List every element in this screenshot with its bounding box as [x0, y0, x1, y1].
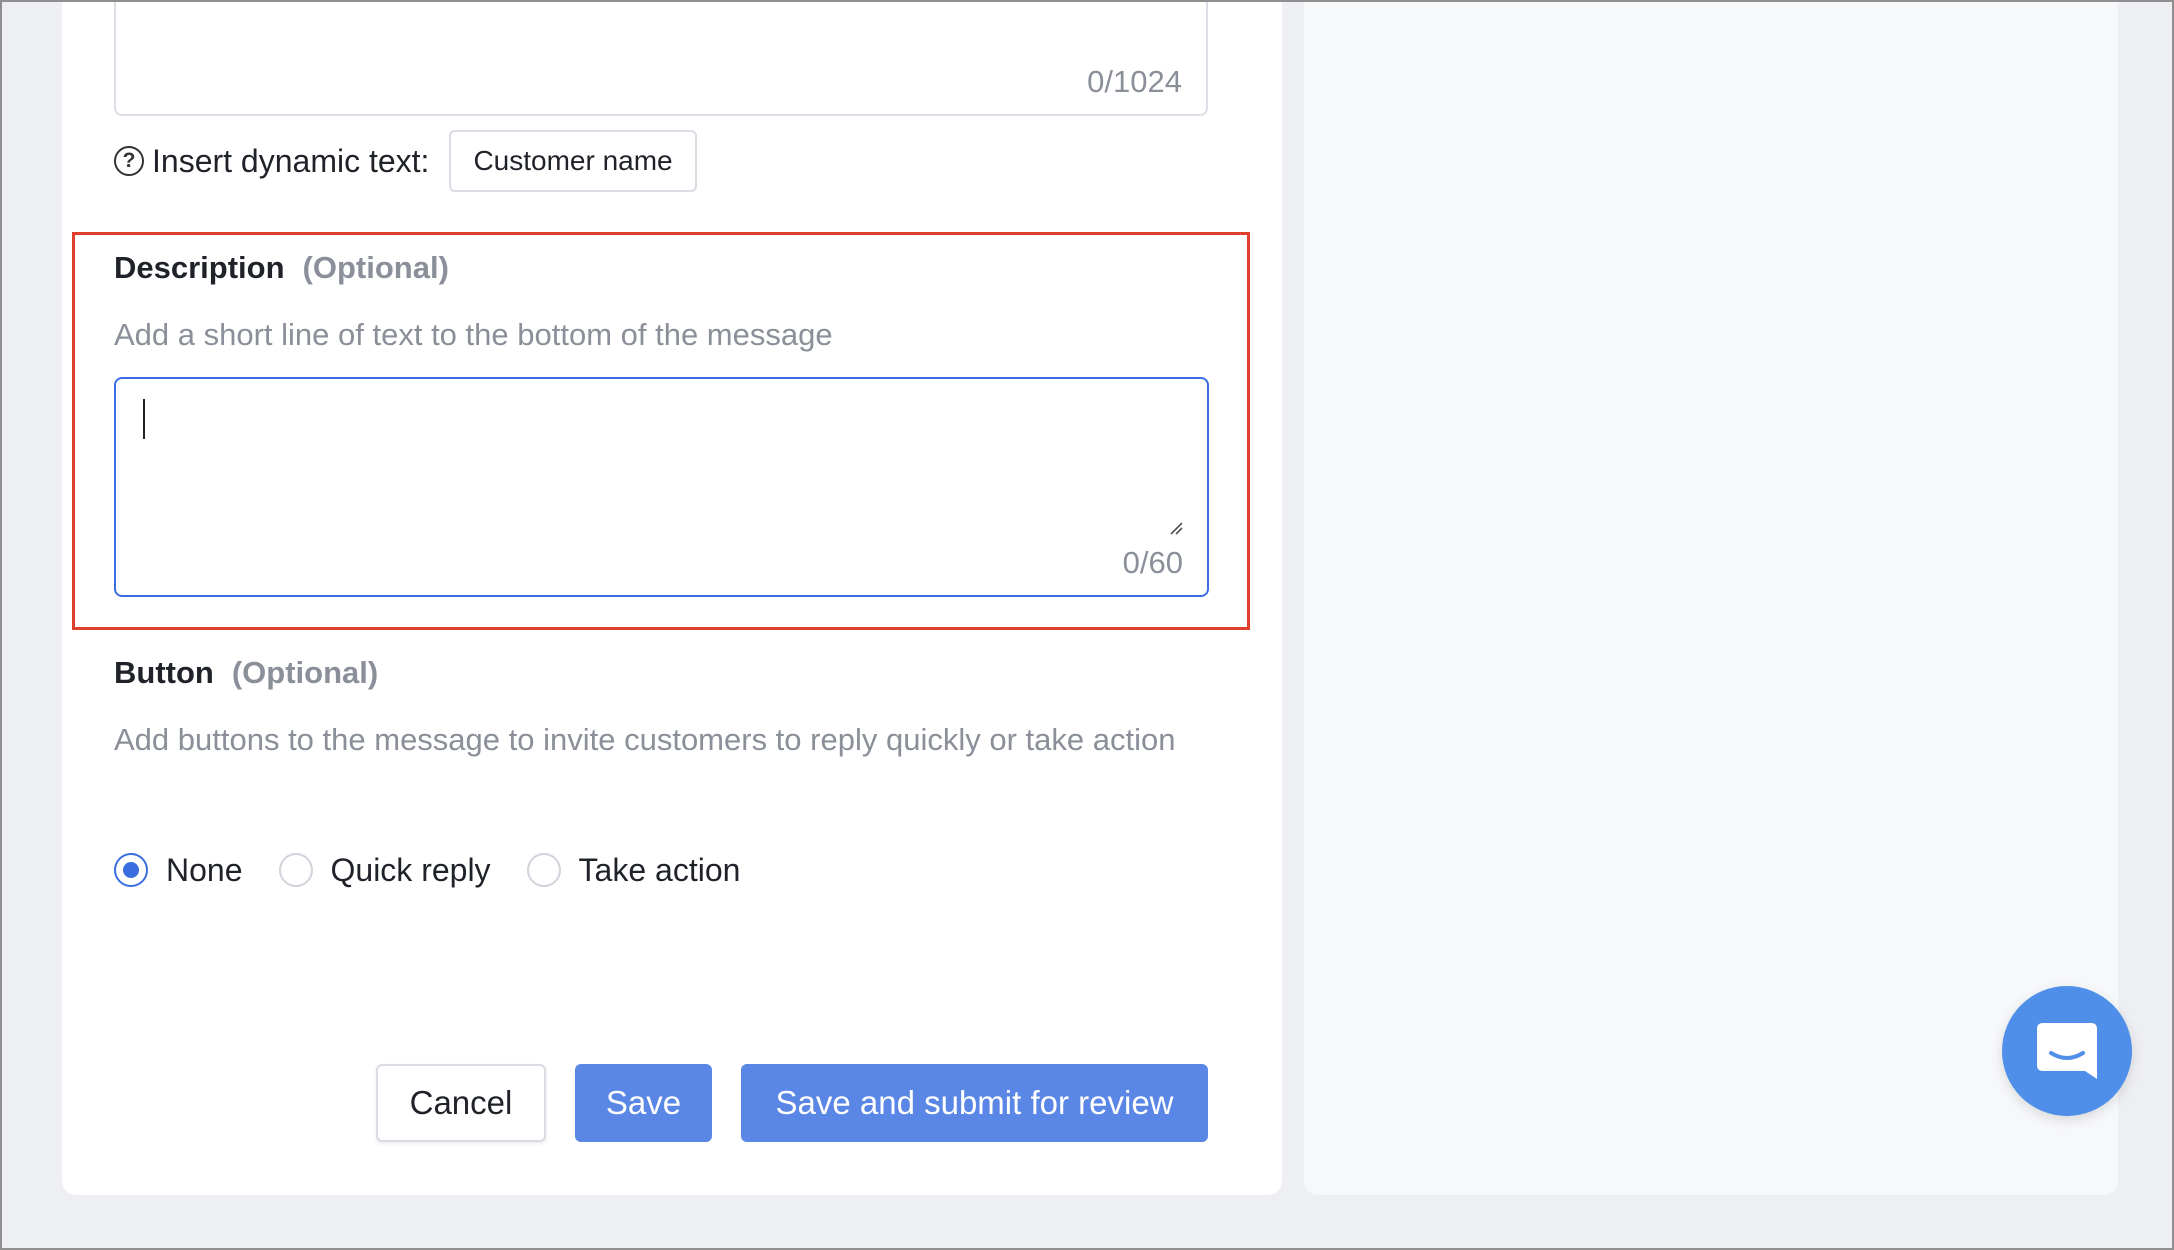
- preview-panel: [1304, 0, 2118, 1195]
- radio-take-action-label: Take action: [578, 851, 741, 888]
- radio-option-none[interactable]: None: [114, 852, 243, 889]
- radio-quick-reply[interactable]: [278, 853, 313, 887]
- radio-none[interactable]: [114, 853, 148, 887]
- description-textarea[interactable]: 0/60: [114, 377, 1209, 597]
- description-character-counter: 0/60: [1122, 545, 1183, 580]
- button-section-hint: Add buttons to the message to invite cus…: [114, 722, 1176, 757]
- radio-option-quick-reply[interactable]: Quick reply: [278, 851, 491, 889]
- button-section-title: Button (Optional): [114, 655, 378, 691]
- message-body-textarea[interactable]: 0/1024: [114, 0, 1208, 116]
- question-circle-icon[interactable]: ?: [114, 146, 144, 176]
- save-and-submit-button[interactable]: Save and submit for review: [741, 1064, 1208, 1142]
- button-type-radio-group: None Quick reply Take action: [114, 848, 776, 892]
- radio-quick-reply-label: Quick reply: [330, 851, 491, 888]
- resize-handle-icon[interactable]: [1169, 521, 1183, 535]
- radio-none-label: None: [166, 851, 243, 888]
- cancel-button[interactable]: Cancel: [376, 1064, 546, 1142]
- description-title-text: Description: [114, 250, 285, 285]
- description-title: Description (Optional): [114, 250, 449, 286]
- description-optional-tag: (Optional): [302, 250, 449, 285]
- character-counter: 0/1024: [1087, 64, 1182, 99]
- text-caret: [143, 399, 145, 439]
- button-optional-tag: (Optional): [231, 655, 379, 690]
- save-button[interactable]: Save: [575, 1064, 712, 1142]
- description-hint: Add a short line of text to the bottom o…: [114, 317, 833, 352]
- button-title-text: Button: [114, 655, 214, 690]
- radio-take-action[interactable]: [526, 853, 561, 887]
- radio-option-take-action[interactable]: Take action: [526, 851, 741, 889]
- customer-name-chip[interactable]: Customer name: [449, 130, 697, 192]
- chat-bubble-icon: [2037, 1023, 2097, 1079]
- insert-dynamic-text-row: ? Insert dynamic text: Customer name: [114, 130, 697, 192]
- chat-launcher-button[interactable]: [2002, 986, 2132, 1116]
- insert-dynamic-text-label: Insert dynamic text:: [152, 142, 430, 179]
